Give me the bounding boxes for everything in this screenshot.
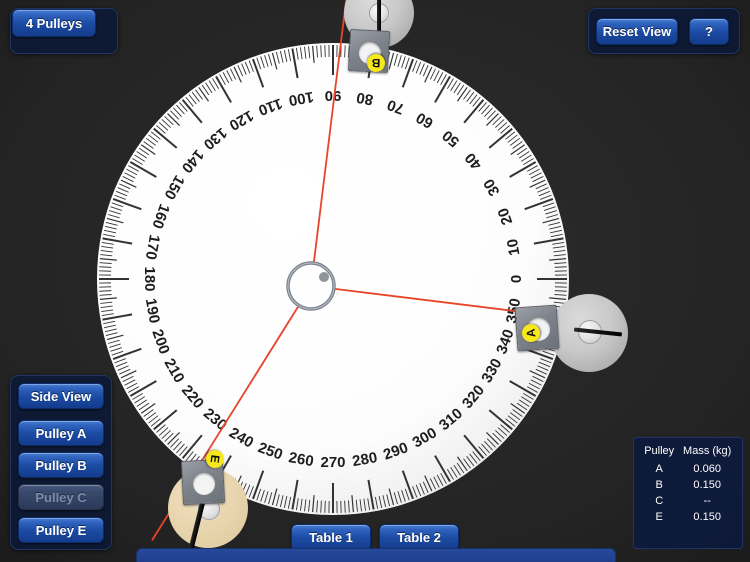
pulley-a[interactable]: A xyxy=(508,294,638,378)
table-row: A 0.060 xyxy=(640,461,736,477)
bottom-toolbar[interactable] xyxy=(136,548,616,562)
mass-table-header-mass: Mass (kg) xyxy=(683,445,732,457)
mass-row-pulley: C xyxy=(655,495,664,507)
mass-row-mass: 0.060 xyxy=(693,463,721,475)
pulley-e[interactable]: E xyxy=(160,444,270,562)
table-2-button[interactable]: Table 2 xyxy=(379,524,459,551)
mass-row-mass: 0.150 xyxy=(693,511,721,523)
svg-text:0: 0 xyxy=(508,275,525,283)
mass-table-header-pulley: Pulley xyxy=(644,445,675,457)
mass-row-pulley: A xyxy=(655,463,663,475)
sidebar-item-pulley-a[interactable]: Pulley A xyxy=(18,420,104,446)
pulley-b[interactable]: B xyxy=(338,0,422,74)
sidebar-item-pulley-e[interactable]: Pulley E xyxy=(18,517,104,543)
svg-text:10: 10 xyxy=(504,237,524,256)
center-ring-dot xyxy=(319,272,329,282)
mass-row-mass: 0.150 xyxy=(693,479,721,491)
mass-table-header-row: Pulley Mass (kg) xyxy=(640,445,736,461)
help-button[interactable]: ? xyxy=(689,18,729,45)
table-row: C -- xyxy=(640,493,736,509)
pulley-b-rod xyxy=(377,0,381,32)
sidebar-item-pulley-b[interactable]: Pulley B xyxy=(18,452,104,478)
svg-text:180: 180 xyxy=(141,266,158,291)
reset-view-button[interactable]: Reset View xyxy=(596,18,678,45)
mass-row-mass: -- xyxy=(703,495,711,507)
table-row: E 0.150 xyxy=(640,509,736,525)
mass-table-grid: Pulley Mass (kg) A 0.060 B 0.150 C -- E 0.150 xyxy=(640,445,736,525)
table-row: B 0.150 xyxy=(640,477,736,493)
sidebar-item-pulley-c: Pulley C xyxy=(18,484,104,510)
svg-text:80: 80 xyxy=(355,89,374,109)
mass-row-pulley: E xyxy=(655,511,663,523)
pulley-e-clamp-hole xyxy=(192,472,216,496)
mass-row-pulley: B xyxy=(655,479,663,491)
pulley-count-button[interactable]: 4 Pulleys xyxy=(12,9,96,37)
table-1-button[interactable]: Table 1 xyxy=(291,524,371,551)
sidebar-item-side-view[interactable]: Side View xyxy=(18,383,104,409)
svg-text:270: 270 xyxy=(320,454,345,471)
svg-text:90: 90 xyxy=(325,87,342,104)
center-ring[interactable] xyxy=(282,257,340,315)
simulation-canvas[interactable]: 0 10 20 30 40 50 60 70 80 90 100 110 120 130 140 150 160… xyxy=(0,0,750,562)
pulley-mass-table: Pulley Mass (kg) A 0.060 B 0.150 C -- E 0.150 xyxy=(633,437,743,549)
